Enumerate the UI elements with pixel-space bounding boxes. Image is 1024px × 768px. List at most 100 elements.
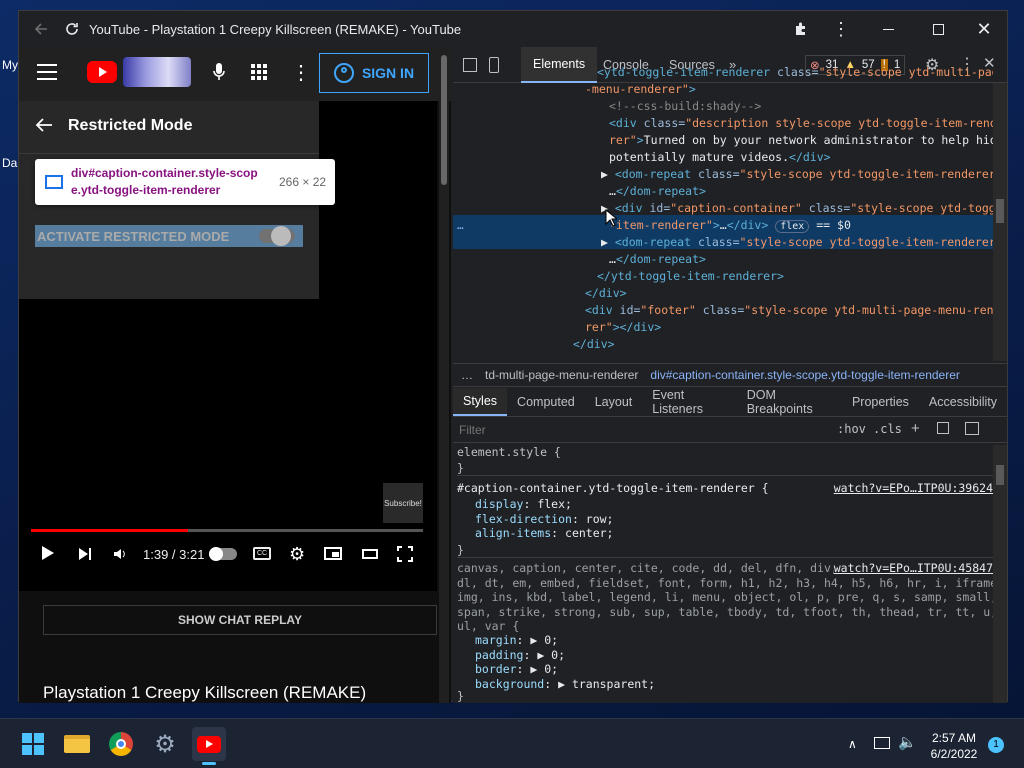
next-icon[interactable]: [77, 546, 93, 567]
desktop-icon-label[interactable]: My: [2, 58, 18, 72]
dom-node-line[interactable]: <!--css-build:shady-->: [609, 99, 761, 113]
css-property[interactable]: margin: ▶ 0;: [475, 633, 558, 647]
notification-badge[interactable]: 1: [988, 737, 1004, 753]
youtube-page: Subscribe! 1:39 / 3:21 CC ⚙ ⋮ SIGN IN Re…: [19, 47, 451, 703]
subscribe-overlay[interactable]: Subscribe!: [383, 483, 423, 523]
dom-node-line[interactable]: </div>: [573, 337, 615, 351]
inspect-tooltip: div#caption-container.style-scope.ytd-to…: [35, 159, 335, 205]
page-scrollbar[interactable]: [439, 47, 449, 703]
youtube-logo-icon[interactable]: [87, 61, 117, 83]
css-property[interactable]: background: ▶ transparent;: [475, 677, 655, 691]
close-icon[interactable]: ✕: [969, 11, 999, 47]
tab-accessibility[interactable]: Accessibility: [919, 388, 1007, 416]
dom-tree[interactable]: … <ytd-toggle-item-renderer class="style…: [453, 65, 993, 361]
rule-close-brace: }: [457, 543, 464, 557]
doodle-logo[interactable]: [123, 57, 191, 87]
dom-node-line[interactable]: …</dom-repeat>: [609, 252, 706, 266]
play-icon[interactable]: [39, 545, 55, 566]
rule2-selector-line: img, ins, kbd, label, legend, li, menu, …: [457, 590, 993, 604]
maximize-icon[interactable]: [923, 11, 953, 47]
sidebar-toggle-icon[interactable]: [965, 422, 979, 435]
back-arrow-icon[interactable]: [35, 117, 53, 138]
tab-computed[interactable]: Computed: [507, 388, 585, 416]
rule2-source-link[interactable]: watch?v=EPo…ITP0U:45847: [833, 561, 993, 575]
element-style-selector[interactable]: element.style {: [457, 445, 561, 459]
dom-node-line[interactable]: …</dom-repeat>: [609, 184, 706, 198]
cls-toggle[interactable]: .cls: [873, 422, 902, 436]
styles-scrollbar[interactable]: [993, 445, 1007, 703]
fullscreen-icon[interactable]: [397, 546, 413, 562]
volume-icon[interactable]: [112, 546, 128, 567]
css-property[interactable]: border: ▶ 0;: [475, 662, 558, 676]
sign-in-button[interactable]: SIGN IN: [319, 53, 429, 93]
file-explorer-icon[interactable]: [60, 727, 94, 761]
restricted-mode-title: Restricted Mode: [68, 117, 193, 134]
extensions-puzzle-icon[interactable]: [789, 11, 813, 47]
rule1-source-link[interactable]: watch?v=EPo…ITP0U:39624: [834, 481, 993, 495]
dom-node-line[interactable]: rer">Turned on by your network administr…: [609, 133, 993, 147]
start-windows-icon[interactable]: [16, 727, 50, 761]
theater-mode-icon[interactable]: [362, 549, 378, 559]
dom-node-line[interactable]: ▶ <dom-repeat class="style-scope ytd-tog…: [601, 167, 993, 181]
restricted-mode-toggle[interactable]: [259, 226, 295, 246]
computed-styles-icon[interactable]: [937, 422, 949, 434]
miniplayer-icon[interactable]: [324, 547, 342, 560]
breadcrumb: … td-multi-page-menu-renderer div#captio…: [453, 363, 1007, 387]
show-chat-replay-button[interactable]: SHOW CHAT REPLAY: [43, 605, 437, 635]
dom-node-line[interactable]: <div id="footer" class="style-scope ytd-…: [585, 303, 993, 317]
hov-toggle[interactable]: :hov: [837, 422, 866, 436]
apps-grid-icon[interactable]: [251, 64, 267, 80]
back-arrow-icon[interactable]: [27, 11, 55, 47]
styles-filter-input[interactable]: [455, 419, 825, 441]
hamburger-menu-icon[interactable]: [37, 64, 57, 80]
dom-node-line[interactable]: </ytd-toggle-item-renderer>: [597, 269, 784, 283]
tab-dom-breakpoints[interactable]: DOM Breakpoints: [737, 388, 842, 416]
desktop-icon-label[interactable]: Da: [2, 156, 17, 170]
dom-node-line[interactable]: rer"></div>: [585, 320, 661, 334]
tab-event-listeners[interactable]: Event Listeners: [642, 388, 736, 416]
activate-restricted-mode-row[interactable]: ACTIVATE RESTRICTED MODE: [35, 225, 303, 247]
microphone-icon[interactable]: [212, 62, 226, 87]
more-menu-icon[interactable]: ⋮: [831, 11, 851, 47]
tab-styles[interactable]: Styles: [453, 387, 508, 416]
css-property[interactable]: padding: ▶ 0;: [475, 648, 565, 662]
css-property[interactable]: display: flex;: [475, 497, 572, 511]
masthead: ⋮ SIGN IN: [19, 47, 451, 101]
css-property[interactable]: align-items: center;: [475, 526, 613, 540]
new-rule-icon[interactable]: +: [911, 420, 920, 437]
tab-layout[interactable]: Layout: [585, 388, 643, 416]
css-property[interactable]: flex-direction: row;: [475, 512, 613, 526]
browser-window: YouTube - Playstation 1 Creepy Killscree…: [18, 10, 1008, 703]
dom-scrollbar[interactable]: [993, 83, 1007, 361]
dom-node-line[interactable]: -menu-renderer">: [585, 82, 696, 96]
rule1-selector[interactable]: #caption-container.ytd-toggle-item-rende…: [457, 481, 769, 495]
settings-gear-icon[interactable]: ⚙: [148, 727, 182, 761]
dom-node-line[interactable]: potentially mature videos.</div>: [609, 150, 831, 164]
settings-more-icon[interactable]: ⋮: [291, 60, 311, 85]
chevron-up-icon[interactable]: ∧: [848, 737, 857, 751]
captions-icon[interactable]: CC: [253, 547, 271, 560]
chrome-icon[interactable]: [104, 727, 138, 761]
dom-node-line[interactable]: ▶ <dom-repeat class="style-scope ytd-tog…: [601, 235, 993, 249]
dom-node-line[interactable]: </div>: [585, 286, 627, 300]
breadcrumb-item-selected[interactable]: div#caption-container.style-scope.ytd-to…: [650, 368, 960, 382]
breadcrumb-item[interactable]: td-multi-page-menu-renderer: [485, 368, 638, 382]
dom-node-line[interactable]: <ytd-toggle-item-renderer class="style-s…: [597, 65, 993, 79]
minimize-icon[interactable]: [873, 11, 903, 47]
volume-icon[interactable]: 🔈: [898, 733, 917, 751]
reload-icon[interactable]: [59, 11, 85, 47]
settings-gear-icon[interactable]: ⚙: [289, 544, 305, 565]
youtube-taskbar-icon[interactable]: [192, 727, 226, 765]
breadcrumb-ellipsis[interactable]: …: [461, 368, 473, 382]
devtools-panel: Elements Console Sources » ⊗ 31 ▲ 57 ! 1 ⚙ …: [453, 47, 1007, 703]
dom-node-line[interactable]: -item-renderer">…</div> flex == $0: [609, 218, 851, 233]
styles-pane[interactable]: element.style { } #caption-container.ytd…: [457, 445, 993, 703]
tab-properties[interactable]: Properties: [842, 388, 919, 416]
clock[interactable]: 2:57 AM 6/2/2022: [922, 730, 986, 762]
dom-node-line[interactable]: ▶ <div id="caption-container" class="sty…: [601, 201, 993, 215]
dom-node-line[interactable]: <div class="description style-scope ytd-…: [609, 116, 993, 130]
progress-bar[interactable]: [31, 529, 423, 532]
autoplay-toggle[interactable]: [209, 547, 237, 561]
network-icon[interactable]: [874, 737, 890, 749]
video-title: Playstation 1 Creepy Killscreen (REMAKE): [43, 683, 367, 702]
